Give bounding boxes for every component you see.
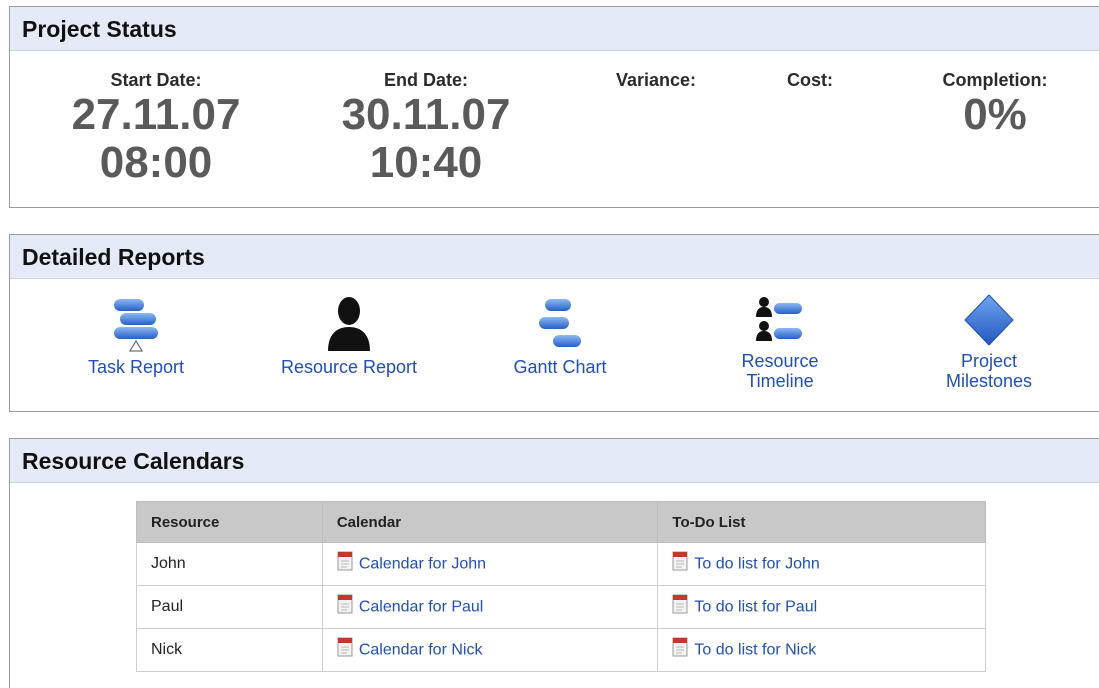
start-date-label: Start Date: (110, 70, 202, 90)
start-date-stat: Start Date: 27.11.07 08:00 (56, 69, 256, 187)
cost-label: Cost: (787, 70, 833, 90)
project-status-title: Project Status (10, 7, 1099, 51)
column-header-resource: Resource (136, 501, 323, 543)
todo-cell: To do list for Paul (657, 585, 986, 629)
table-row: Paul Calendar for Paul To do list for Pa… (136, 585, 986, 629)
project-milestones-label-line1: Project (960, 351, 1018, 371)
completion-stat: Completion: 0% (920, 69, 1070, 139)
document-icon (672, 594, 688, 619)
resource-calendars-panel: Resource Calendars Resource Calendar To-… (9, 438, 1099, 688)
table-row: John Calendar for John To do list for Jo… (136, 542, 986, 586)
variance-label: Variance: (615, 70, 697, 90)
column-header-calendar: Calendar (321, 501, 659, 543)
start-date-value: 27.11.07 (71, 90, 241, 139)
todo-cell: To do list for Nick (657, 628, 986, 672)
calendar-cell: Calendar for Nick (321, 628, 659, 672)
resource-person-icon (328, 297, 370, 351)
table-header-row: Resource Calendar To-Do List (136, 501, 986, 543)
resource-timeline-label-line1: Resource (741, 351, 819, 371)
resource-timeline-link[interactable]: Resource Timeline (715, 293, 845, 391)
start-time-value: 08:00 (99, 138, 213, 187)
end-time-value: 10:40 (369, 138, 483, 187)
resource-name: John (136, 542, 323, 586)
end-date-label: End Date: (383, 70, 468, 90)
resource-calendars-title: Resource Calendars (10, 439, 1099, 483)
table-row: Nick Calendar for Nick To do list for Ni… (136, 628, 986, 672)
resource-report-link[interactable]: Resource Report (256, 295, 442, 377)
calendar-cell: Calendar for Paul (321, 585, 659, 629)
project-milestones-link[interactable]: Project Milestones (924, 293, 1054, 391)
completion-label: Completion: (942, 70, 1048, 90)
task-report-icon (114, 299, 158, 352)
project-status-panel: Project Status Start Date: 27.11.07 08:0… (9, 6, 1099, 208)
gantt-chart-label: Gantt Chart (513, 357, 607, 377)
document-icon (337, 637, 353, 662)
gantt-chart-icon (539, 299, 581, 347)
detailed-reports-panel: Detailed Reports Task Report Resource Re… (9, 234, 1099, 412)
calendar-link-nick[interactable]: Calendar for Nick (359, 641, 483, 658)
resource-report-label: Resource Report (280, 357, 418, 377)
completion-value: 0% (963, 90, 1027, 139)
document-icon (337, 551, 353, 576)
cost-stat: Cost: (765, 69, 855, 91)
todo-link-john[interactable]: To do list for John (694, 555, 819, 572)
calendar-link-paul[interactable]: Calendar for Paul (359, 598, 484, 615)
project-milestones-label-line2: Milestones (945, 371, 1033, 391)
variance-stat: Variance: (596, 69, 716, 91)
milestone-diamond-icon (964, 294, 1014, 346)
todo-link-nick[interactable]: To do list for Nick (694, 641, 816, 658)
resource-calendars-table: Resource Calendar To-Do List John Calend… (136, 501, 986, 672)
detailed-reports-title: Detailed Reports (10, 235, 1099, 279)
gantt-chart-link[interactable]: Gantt Chart (496, 295, 624, 377)
resource-name: Nick (136, 628, 323, 672)
resource-timeline-label-line2: Timeline (746, 371, 814, 391)
calendar-link-john[interactable]: Calendar for John (359, 555, 486, 572)
todo-link-paul[interactable]: To do list for Paul (694, 598, 817, 615)
end-date-stat: End Date: 30.11.07 10:40 (326, 69, 526, 187)
calendar-cell: Calendar for John (321, 542, 659, 586)
resource-timeline-icon (756, 297, 802, 341)
document-icon (672, 637, 688, 662)
todo-cell: To do list for John (657, 542, 986, 586)
resource-name: Paul (136, 585, 323, 629)
column-header-todo: To-Do List (657, 501, 986, 543)
task-report-link[interactable]: Task Report (66, 295, 206, 377)
document-icon (337, 594, 353, 619)
task-report-label: Task Report (87, 357, 185, 377)
document-icon (672, 551, 688, 576)
end-date-value: 30.11.07 (341, 90, 511, 139)
